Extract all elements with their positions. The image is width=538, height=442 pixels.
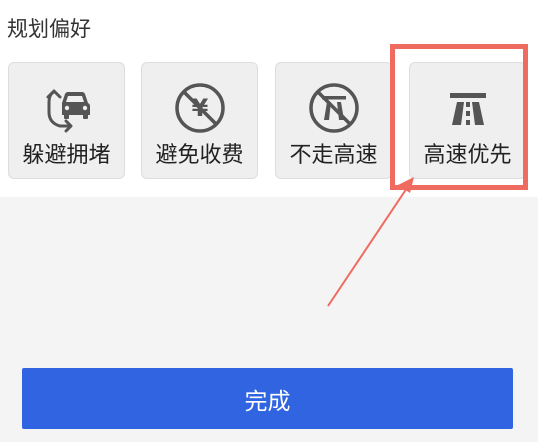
option-avoid-toll[interactable]: ¥ 避免收费 <box>141 62 258 179</box>
option-label: 躲避拥堵 <box>22 143 111 168</box>
option-avoid-congestion[interactable]: 躲避拥堵 <box>8 62 125 179</box>
option-highway-first[interactable]: 高速优先 <box>409 62 526 179</box>
section-title: 规划偏好 <box>7 17 91 41</box>
highway-icon <box>449 93 486 125</box>
option-label: 避免收费 <box>155 143 244 168</box>
option-no-highway[interactable]: 不走高速 <box>275 62 392 179</box>
option-label: 高速优先 <box>423 143 512 168</box>
done-button[interactable]: 完成 <box>22 368 513 429</box>
no-highway-icon <box>308 83 359 133</box>
svg-text:¥: ¥ <box>191 94 208 122</box>
avoid-congestion-icon <box>46 89 90 133</box>
option-label: 不走高速 <box>289 143 378 168</box>
avoid-toll-icon: ¥ <box>174 83 225 133</box>
